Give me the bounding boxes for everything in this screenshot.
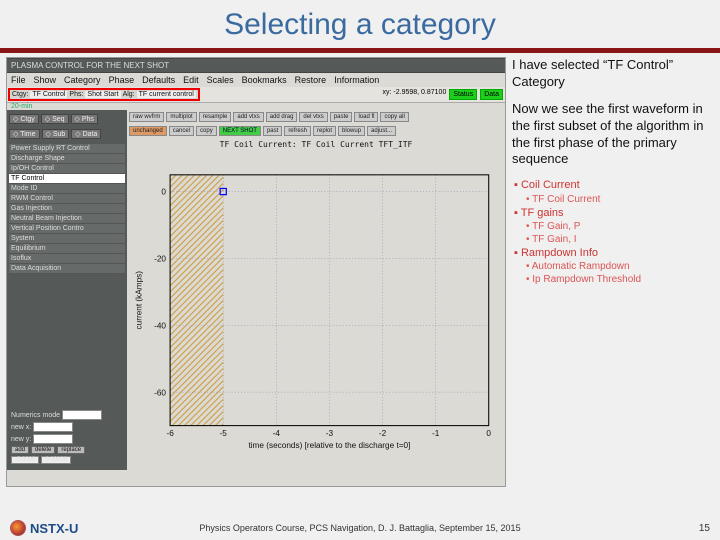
page-number: 15: [699, 523, 710, 534]
menu-file[interactable]: File: [11, 75, 26, 85]
sidebar: ◇ Ctgy◇ Seq◇ Phs ◇ Time◇ Sub◇ Data Power…: [7, 110, 127, 470]
window-title: PLASMA CONTROL FOR THE NEXT SHOT: [7, 58, 505, 73]
legend-sub: • Ip Rampdown Threshold: [512, 273, 714, 286]
plot-btn-resample[interactable]: resample: [199, 112, 232, 122]
legend-sub: • Automatic Rampdown: [512, 260, 714, 273]
category-item[interactable]: TF Control: [9, 174, 125, 184]
plot-btn-replot[interactable]: replot: [313, 126, 336, 136]
plot-btn-adjust...[interactable]: adjust...: [367, 126, 396, 136]
newx-input[interactable]: [33, 422, 73, 432]
svg-text:0: 0: [486, 429, 491, 438]
category-item[interactable]: Vertical Position Contro: [9, 224, 125, 234]
legend-top: ▪ TF gains: [512, 206, 714, 220]
category-list: Power Supply RT ControlDischarge ShapeIp…: [9, 144, 125, 274]
menu-bookmarks[interactable]: Bookmarks: [242, 75, 287, 85]
cursor-coords: xy: -2.9598, 0.87100: [383, 89, 447, 100]
sub-status: 20-min: [7, 103, 505, 110]
category-item[interactable]: Power Supply RT Control: [9, 144, 125, 154]
plot-btn-add-drag[interactable]: add drag: [266, 112, 298, 122]
legend-sub: • TF Gain, I: [512, 233, 714, 246]
plot-btn-NEXT-SHOT[interactable]: NEXT SHOT: [219, 126, 261, 136]
status-row: Ctgy:TF Control Phs:Shot Start Alg:TF cu…: [7, 87, 505, 103]
category-item[interactable]: Discharge Shape: [9, 154, 125, 164]
menu-information[interactable]: Information: [334, 75, 379, 85]
menu-scales[interactable]: Scales: [207, 75, 234, 85]
menu-defaults[interactable]: Defaults: [142, 75, 175, 85]
category-item[interactable]: Ip/OH Control: [9, 164, 125, 174]
svg-text:-5: -5: [220, 429, 228, 438]
svg-text:-20: -20: [154, 255, 166, 264]
add-button[interactable]: add: [11, 446, 29, 454]
toggle-sub[interactable]: ◇ Sub: [42, 129, 70, 139]
legend-sub: • TF Coil Current: [512, 193, 714, 206]
annotation-text: I have selected “TF Control” Category No…: [512, 57, 714, 487]
plot-btn-copy-all[interactable]: copy all: [380, 112, 408, 122]
plot-title: TF Coil Current: TF Coil Current TFT_ITF: [127, 138, 505, 151]
plot-area: raw wvfrmmultiplotresampleadd vtxsadd dr…: [127, 110, 505, 470]
toggle-seq[interactable]: ◇ Seq: [41, 114, 69, 124]
toggle-data[interactable]: ◇ Data: [71, 129, 101, 139]
category-item[interactable]: Equilibrium: [9, 244, 125, 254]
legend-top: ▪ Rampdown Info: [512, 246, 714, 260]
menu-phase[interactable]: Phase: [109, 75, 135, 85]
plot-btn-copy[interactable]: copy: [196, 126, 217, 136]
svg-text:-40: -40: [154, 321, 166, 330]
plot-btn-multiplot[interactable]: multiplot: [166, 112, 196, 122]
svg-text:0: 0: [161, 188, 166, 197]
nstx-logo-icon: [10, 520, 26, 536]
category-item[interactable]: Gas Injection: [9, 204, 125, 214]
plot-btn-blowup[interactable]: blowup: [338, 126, 365, 136]
svg-text:-2: -2: [379, 429, 387, 438]
menubar: File Show Category Phase Defaults Edit Scales B…: [7, 73, 505, 87]
svg-text:-6: -6: [166, 429, 174, 438]
svg-text:time (seconds) [relative to th: time (seconds) [relative to the discharg…: [248, 441, 410, 450]
svg-text:current (kAmps): current (kAmps): [134, 271, 143, 330]
plot-btn-cancel[interactable]: cancel: [169, 126, 194, 136]
plot-btn-unchanged[interactable]: unchanged: [129, 126, 167, 136]
brand-label: NSTX-U: [30, 521, 78, 536]
annotation-p2: Now we see the first waveform in the fir…: [512, 101, 714, 169]
status-button[interactable]: Status: [449, 89, 477, 100]
slide-footer: NSTX-U Physics Operators Course, PCS Nav…: [0, 520, 720, 536]
toggle-time[interactable]: ◇ Time: [9, 129, 40, 139]
plot-btn-del-vtxs[interactable]: del vtxs: [299, 112, 327, 122]
plot-btn-load-fl[interactable]: load fl: [354, 112, 378, 122]
plot-btn-paste[interactable]: paste: [330, 112, 353, 122]
waveform-plot[interactable]: -6 -5 -4 -3 -2 -1 0 0 -20 -40 -60 time (seconds) [r…: [129, 153, 499, 468]
toggle-ctgy[interactable]: ◇ Ctgy: [9, 114, 39, 124]
category-item[interactable]: System: [9, 234, 125, 244]
menu-edit[interactable]: Edit: [183, 75, 199, 85]
category-item[interactable]: RWM Control: [9, 194, 125, 204]
svg-text:-60: -60: [154, 388, 166, 397]
svg-text:-4: -4: [273, 429, 281, 438]
menu-category[interactable]: Category: [64, 75, 101, 85]
svg-text:-3: -3: [326, 429, 334, 438]
svg-text:-1: -1: [432, 429, 440, 438]
category-selector-highlight: Ctgy:TF Control Phs:Shot Start Alg:TF cu…: [8, 88, 200, 101]
slide-title: Selecting a category: [0, 0, 720, 48]
footer-caption: Physics Operators Course, PCS Navigation…: [199, 523, 520, 533]
legend-sub: • TF Gain, P: [512, 220, 714, 233]
newy-input[interactable]: [33, 434, 73, 444]
toggle-phs[interactable]: ◇ Phs: [71, 114, 98, 124]
category-item[interactable]: Mode ID: [9, 184, 125, 194]
replace-button[interactable]: replace: [57, 446, 85, 454]
menu-show[interactable]: Show: [34, 75, 57, 85]
legend-list: ▪ Coil Current• TF Coil Current▪ TF gain…: [512, 178, 714, 286]
legend-top: ▪ Coil Current: [512, 178, 714, 192]
plot-btn-refresh[interactable]: refresh: [284, 126, 311, 136]
plot-btn-past[interactable]: past: [263, 126, 282, 136]
numerics-mode-input[interactable]: [62, 410, 102, 420]
plot-btn-add-vtxs[interactable]: add vtxs: [233, 112, 263, 122]
delete-button[interactable]: delete: [31, 446, 55, 454]
data-button[interactable]: Data: [480, 89, 503, 100]
menu-restore[interactable]: Restore: [295, 75, 327, 85]
plot-btn-raw-wvfrm[interactable]: raw wvfrm: [129, 112, 164, 122]
category-item[interactable]: Isoflux: [9, 254, 125, 264]
category-item[interactable]: Data Acquisition: [9, 264, 125, 274]
numerics-panel: Numerics mode new x: new y: adddeleterep…: [9, 406, 125, 468]
annotation-p1: I have selected “TF Control” Category: [512, 57, 714, 91]
category-item[interactable]: Neutral Beam Injection: [9, 214, 125, 224]
app-screenshot: PLASMA CONTROL FOR THE NEXT SHOT File Sho…: [6, 57, 506, 487]
